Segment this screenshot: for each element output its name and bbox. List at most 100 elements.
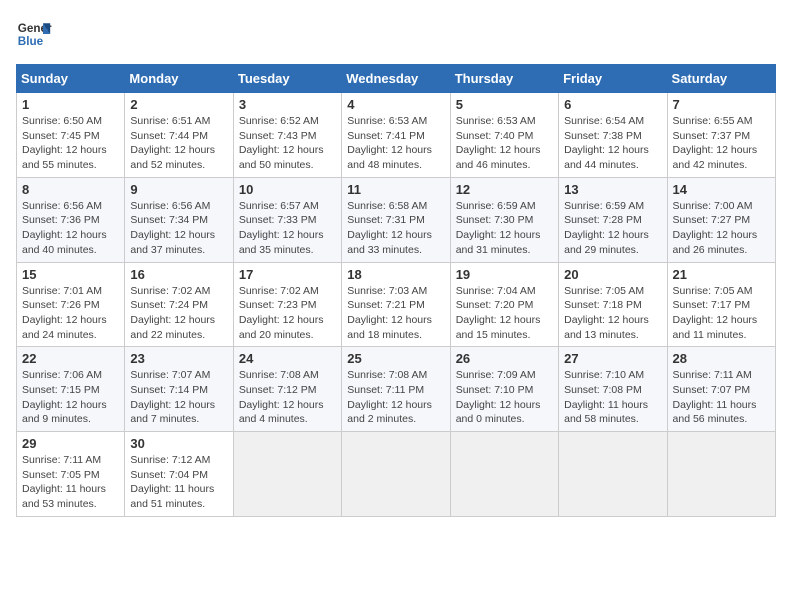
- day-number: 11: [347, 182, 444, 197]
- table-row: [667, 432, 775, 517]
- day-info: Sunrise: 7:11 AM Sunset: 7:07 PM Dayligh…: [673, 368, 770, 427]
- col-header-wednesday: Wednesday: [342, 65, 450, 93]
- day-info: Sunrise: 6:59 AM Sunset: 7:28 PM Dayligh…: [564, 199, 661, 258]
- table-row: [559, 432, 667, 517]
- table-row: 17 Sunrise: 7:02 AM Sunset: 7:23 PM Dayli…: [233, 262, 341, 347]
- day-number: 19: [456, 267, 553, 282]
- day-info: Sunrise: 7:11 AM Sunset: 7:05 PM Dayligh…: [22, 453, 119, 512]
- table-row: 20 Sunrise: 7:05 AM Sunset: 7:18 PM Dayli…: [559, 262, 667, 347]
- day-number: 20: [564, 267, 661, 282]
- table-row: 8 Sunrise: 6:56 AM Sunset: 7:36 PM Daylig…: [17, 177, 125, 262]
- col-header-monday: Monday: [125, 65, 233, 93]
- day-number: 22: [22, 351, 119, 366]
- day-number: 13: [564, 182, 661, 197]
- table-row: 23 Sunrise: 7:07 AM Sunset: 7:14 PM Dayli…: [125, 347, 233, 432]
- day-number: 17: [239, 267, 336, 282]
- table-row: 13 Sunrise: 6:59 AM Sunset: 7:28 PM Dayli…: [559, 177, 667, 262]
- table-row: [450, 432, 558, 517]
- day-number: 26: [456, 351, 553, 366]
- day-number: 7: [673, 97, 770, 112]
- day-number: 18: [347, 267, 444, 282]
- table-row: 12 Sunrise: 6:59 AM Sunset: 7:30 PM Dayli…: [450, 177, 558, 262]
- table-row: 7Sunrise: 6:55 AM Sunset: 7:37 PM Daylig…: [667, 93, 775, 178]
- page-header: General Blue: [16, 16, 776, 52]
- day-info: Sunrise: 7:05 AM Sunset: 7:18 PM Dayligh…: [564, 284, 661, 343]
- calendar-week-4: 22 Sunrise: 7:06 AM Sunset: 7:15 PM Dayli…: [17, 347, 776, 432]
- day-number: 16: [130, 267, 227, 282]
- day-number: 28: [673, 351, 770, 366]
- day-info: Sunrise: 7:06 AM Sunset: 7:15 PM Dayligh…: [22, 368, 119, 427]
- day-info: Sunrise: 7:02 AM Sunset: 7:23 PM Dayligh…: [239, 284, 336, 343]
- day-info: Sunrise: 7:09 AM Sunset: 7:10 PM Dayligh…: [456, 368, 553, 427]
- day-number: 9: [130, 182, 227, 197]
- day-number: 29: [22, 436, 119, 451]
- table-row: 5 Sunrise: 6:53 AM Sunset: 7:40 PM Daylig…: [450, 93, 558, 178]
- table-row: 9 Sunrise: 6:56 AM Sunset: 7:34 PM Daylig…: [125, 177, 233, 262]
- table-row: [233, 432, 341, 517]
- day-info: Sunrise: 6:57 AM Sunset: 7:33 PM Dayligh…: [239, 199, 336, 258]
- table-row: 22 Sunrise: 7:06 AM Sunset: 7:15 PM Dayli…: [17, 347, 125, 432]
- calendar-week-1: 1Sunrise: 6:50 AM Sunset: 7:45 PM Daylig…: [17, 93, 776, 178]
- table-row: 1Sunrise: 6:50 AM Sunset: 7:45 PM Daylig…: [17, 93, 125, 178]
- day-info: Sunrise: 7:10 AM Sunset: 7:08 PM Dayligh…: [564, 368, 661, 427]
- table-row: 3Sunrise: 6:52 AM Sunset: 7:43 PM Daylig…: [233, 93, 341, 178]
- day-number: 6: [564, 97, 661, 112]
- day-number: 4: [347, 97, 444, 112]
- table-row: 25 Sunrise: 7:08 AM Sunset: 7:11 PM Dayli…: [342, 347, 450, 432]
- day-info: Sunrise: 7:05 AM Sunset: 7:17 PM Dayligh…: [673, 284, 770, 343]
- day-number: 21: [673, 267, 770, 282]
- table-row: 2Sunrise: 6:51 AM Sunset: 7:44 PM Daylig…: [125, 93, 233, 178]
- day-number: 14: [673, 182, 770, 197]
- day-info: Sunrise: 6:56 AM Sunset: 7:34 PM Dayligh…: [130, 199, 227, 258]
- day-info: Sunrise: 6:56 AM Sunset: 7:36 PM Dayligh…: [22, 199, 119, 258]
- day-number: 10: [239, 182, 336, 197]
- table-row: 18Sunrise: 7:03 AM Sunset: 7:21 PM Dayli…: [342, 262, 450, 347]
- day-info: Sunrise: 6:53 AM Sunset: 7:40 PM Dayligh…: [456, 114, 553, 173]
- table-row: 15 Sunrise: 7:01 AM Sunset: 7:26 PM Dayli…: [17, 262, 125, 347]
- table-row: [342, 432, 450, 517]
- day-number: 3: [239, 97, 336, 112]
- day-info: Sunrise: 7:08 AM Sunset: 7:12 PM Dayligh…: [239, 368, 336, 427]
- day-info: Sunrise: 7:04 AM Sunset: 7:20 PM Dayligh…: [456, 284, 553, 343]
- table-row: 29 Sunrise: 7:11 AM Sunset: 7:05 PM Dayli…: [17, 432, 125, 517]
- day-info: Sunrise: 7:12 AM Sunset: 7:04 PM Dayligh…: [130, 453, 227, 512]
- col-header-thursday: Thursday: [450, 65, 558, 93]
- table-row: 19 Sunrise: 7:04 AM Sunset: 7:20 PM Dayli…: [450, 262, 558, 347]
- table-row: 28 Sunrise: 7:11 AM Sunset: 7:07 PM Dayli…: [667, 347, 775, 432]
- col-header-sunday: Sunday: [17, 65, 125, 93]
- day-info: Sunrise: 7:07 AM Sunset: 7:14 PM Dayligh…: [130, 368, 227, 427]
- day-info: Sunrise: 6:53 AM Sunset: 7:41 PM Dayligh…: [347, 114, 444, 173]
- calendar-table: SundayMondayTuesdayWednesdayThursdayFrid…: [16, 64, 776, 517]
- table-row: 27 Sunrise: 7:10 AM Sunset: 7:08 PM Dayli…: [559, 347, 667, 432]
- table-row: 4 Sunrise: 6:53 AM Sunset: 7:41 PM Daylig…: [342, 93, 450, 178]
- table-row: 11 Sunrise: 6:58 AM Sunset: 7:31 PM Dayli…: [342, 177, 450, 262]
- day-number: 2: [130, 97, 227, 112]
- day-info: Sunrise: 7:00 AM Sunset: 7:27 PM Dayligh…: [673, 199, 770, 258]
- day-number: 30: [130, 436, 227, 451]
- calendar-week-3: 15 Sunrise: 7:01 AM Sunset: 7:26 PM Dayli…: [17, 262, 776, 347]
- day-number: 24: [239, 351, 336, 366]
- day-number: 27: [564, 351, 661, 366]
- col-header-friday: Friday: [559, 65, 667, 93]
- day-number: 23: [130, 351, 227, 366]
- logo-icon: General Blue: [16, 16, 52, 52]
- day-info: Sunrise: 6:54 AM Sunset: 7:38 PM Dayligh…: [564, 114, 661, 173]
- day-info: Sunrise: 6:58 AM Sunset: 7:31 PM Dayligh…: [347, 199, 444, 258]
- day-number: 5: [456, 97, 553, 112]
- day-number: 15: [22, 267, 119, 282]
- table-row: 26 Sunrise: 7:09 AM Sunset: 7:10 PM Dayli…: [450, 347, 558, 432]
- svg-text:Blue: Blue: [18, 35, 44, 48]
- table-row: 10 Sunrise: 6:57 AM Sunset: 7:33 PM Dayli…: [233, 177, 341, 262]
- table-row: 6 Sunrise: 6:54 AM Sunset: 7:38 PM Daylig…: [559, 93, 667, 178]
- day-info: Sunrise: 6:59 AM Sunset: 7:30 PM Dayligh…: [456, 199, 553, 258]
- table-row: 21 Sunrise: 7:05 AM Sunset: 7:17 PM Dayli…: [667, 262, 775, 347]
- day-number: 1: [22, 97, 119, 112]
- table-row: 24 Sunrise: 7:08 AM Sunset: 7:12 PM Dayli…: [233, 347, 341, 432]
- day-number: 12: [456, 182, 553, 197]
- col-header-tuesday: Tuesday: [233, 65, 341, 93]
- day-info: Sunrise: 7:01 AM Sunset: 7:26 PM Dayligh…: [22, 284, 119, 343]
- day-number: 8: [22, 182, 119, 197]
- day-info: Sunrise: 7:02 AM Sunset: 7:24 PM Dayligh…: [130, 284, 227, 343]
- day-number: 25: [347, 351, 444, 366]
- day-info: Sunrise: 7:08 AM Sunset: 7:11 PM Dayligh…: [347, 368, 444, 427]
